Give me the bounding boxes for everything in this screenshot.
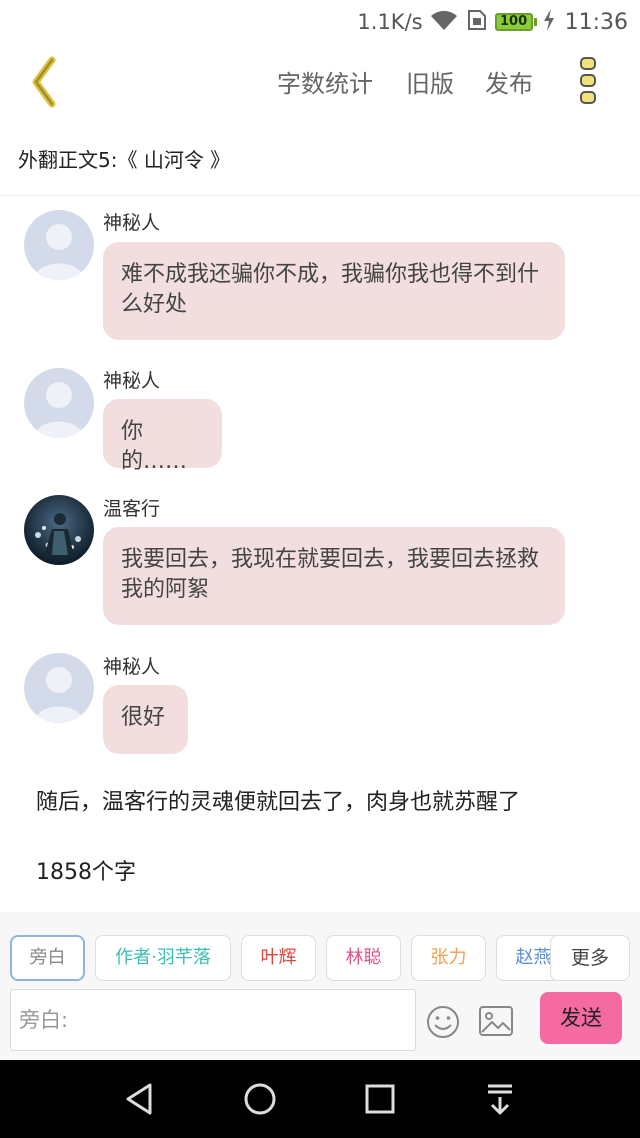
clock: 11:36: [564, 9, 628, 35]
role-chip-yehui[interactable]: 叶辉: [241, 935, 316, 981]
more-roles-button[interactable]: 更多: [550, 935, 630, 981]
chapter-title-row: 外翻正文5:《 山河令 》: [0, 130, 640, 196]
battery-level: 100: [494, 13, 533, 31]
network-speed: 1.1K/s: [357, 10, 423, 34]
role-chip-author[interactable]: 作者·羽芊落: [95, 935, 231, 981]
image-button[interactable]: [477, 1004, 515, 1038]
word-count-button[interactable]: 字数统计: [277, 64, 373, 99]
send-button[interactable]: 发送: [540, 992, 622, 1044]
publish-button[interactable]: 发布: [485, 64, 533, 99]
message-bubble: 你的……: [103, 399, 222, 474]
charging-icon: [543, 8, 555, 36]
wifi-icon: [429, 8, 459, 37]
avatar[interactable]: [24, 653, 94, 723]
vertical-dots-icon: [580, 57, 596, 104]
square-recents-icon: [365, 1084, 395, 1114]
avatar[interactable]: [24, 495, 94, 565]
nav-recents-button[interactable]: [360, 1079, 400, 1119]
system-nav-bar: [0, 1060, 640, 1138]
message-bubble: 很好: [103, 685, 188, 754]
message-bubble: 难不成我还骗你不成，我骗你我也得不到什么好处: [103, 242, 565, 340]
triangle-back-icon: [126, 1083, 152, 1115]
word-count-text: 1858个字: [36, 860, 136, 885]
avatar[interactable]: [24, 368, 94, 438]
default-avatar-icon: [24, 653, 94, 723]
nav-back-button[interactable]: [120, 1079, 160, 1119]
role-chip-zhangli[interactable]: 张力: [411, 935, 486, 981]
app-screen: 1.1K/s 100 11:36 字数统计 旧版 发布 外翻正文5:《 山河令 …: [0, 0, 640, 1138]
sim-card-icon: [465, 8, 489, 37]
default-avatar-icon: [24, 368, 94, 438]
image-icon: [479, 1006, 513, 1036]
sender-name: 神秘人: [103, 212, 161, 234]
message-input[interactable]: 旁白:: [10, 989, 416, 1051]
battery-icon: 100: [494, 13, 537, 31]
role-chip-lincong[interactable]: 林聪: [326, 935, 401, 981]
avatar[interactable]: [24, 210, 94, 280]
nav-notification-button[interactable]: [480, 1079, 520, 1119]
narration-text: 随后，温客行的灵魂便就回去了，肉身也就苏醒了: [36, 790, 521, 815]
sender-name: 神秘人: [103, 656, 161, 678]
old-version-button[interactable]: 旧版: [406, 64, 454, 99]
top-nav: 字数统计 旧版 发布: [0, 44, 640, 120]
sender-name: 温客行: [103, 498, 161, 520]
emoji-button[interactable]: [425, 1004, 461, 1040]
back-button[interactable]: [18, 54, 74, 110]
message-bubble: 我要回去，我现在就要回去，我要回去拯救我的阿絮: [103, 527, 565, 625]
chapter-title: 外翻正文5:《 山河令 》: [18, 148, 231, 172]
compose-area: 旁白 作者·羽芊落 叶辉 林聪 张力 赵燕 更多 旁白: 发送: [0, 912, 640, 1060]
nav-home-button[interactable]: [240, 1079, 280, 1119]
character-avatar-icon: [24, 495, 94, 565]
status-icons: 1.1K/s 100 11:36: [357, 8, 628, 36]
role-chip-narrator[interactable]: 旁白: [10, 935, 85, 981]
smiley-icon: [427, 1006, 459, 1038]
chevron-left-icon: [32, 56, 56, 108]
pull-down-icon: [488, 1084, 512, 1115]
circle-home-icon: [244, 1083, 276, 1115]
sender-name: 神秘人: [103, 370, 161, 392]
more-menu-button[interactable]: [578, 56, 598, 106]
default-avatar-icon: [24, 210, 94, 280]
status-bar: 1.1K/s 100 11:36: [0, 0, 640, 44]
role-chip-bar[interactable]: 旁白 作者·羽芊落 叶辉 林聪 张力 赵燕 更多: [10, 935, 630, 983]
